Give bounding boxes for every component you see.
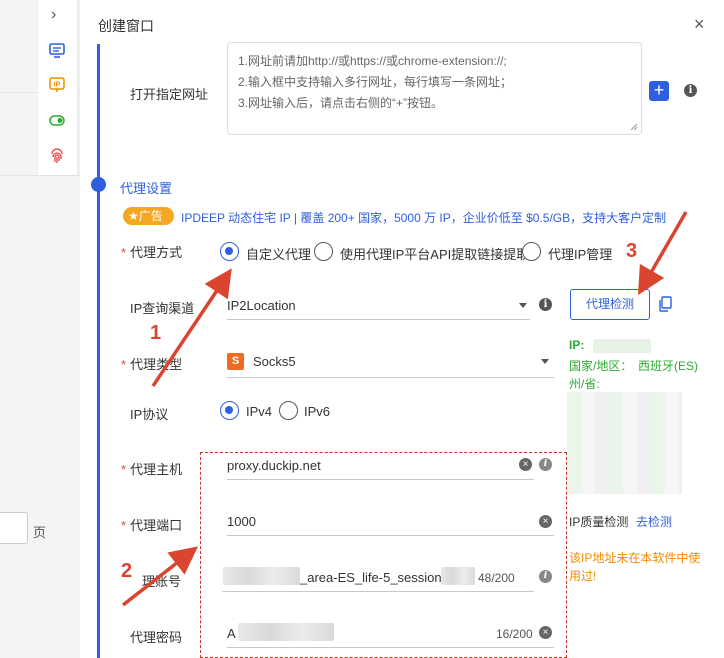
ip-icon[interactable]: IP: [48, 76, 66, 94]
proxy-password-label: 代理密码: [130, 630, 183, 645]
expand-chevron-icon[interactable]: ›: [51, 6, 56, 24]
fingerprint-icon[interactable]: [48, 147, 66, 165]
select-value: IP2Location: [227, 298, 296, 313]
placeholder-line: 2.输入框中支持输入多行网址，每行填写一条网址；: [238, 75, 513, 89]
radio-label: 使用代理IP平台API提取链接提取: [340, 247, 530, 262]
copy-icon[interactable]: [658, 296, 672, 312]
info-icon[interactable]: i: [684, 84, 697, 97]
country-value: 西班牙(ES): [638, 359, 699, 373]
socks5-logo-icon: S: [227, 353, 244, 370]
country-label: 国家/地区：: [569, 359, 633, 373]
radio-ipv6[interactable]: [279, 401, 298, 420]
chevron-down-icon: [519, 303, 527, 308]
redacted-text: [567, 392, 682, 494]
url-textarea[interactable]: 1.网址前请加http://或https://或chrome-extension…: [227, 42, 642, 135]
step-dot: [91, 177, 106, 192]
ip-quality-label: IP质量检测: [569, 515, 629, 529]
page-number-input[interactable]: [0, 512, 28, 544]
go-detect-link[interactable]: 去检测: [636, 513, 672, 530]
step-timeline: [97, 44, 100, 658]
ad-link[interactable]: IPDEEP 动态住宅 IP | 覆盖 200+ 国家，5000 万 IP，企业…: [181, 209, 666, 226]
pager-suffix: 页: [33, 525, 47, 540]
proxy-port-label: * 代理端口: [121, 518, 183, 533]
select-value: Socks5: [253, 354, 296, 369]
annotation-number: 3: [626, 240, 638, 262]
toggle-icon[interactable]: [48, 112, 66, 130]
annotation-number: 1: [150, 322, 162, 344]
chevron-down-icon: [541, 359, 549, 364]
province-label: 州/省:: [569, 377, 600, 391]
dialog-title: 创建窗口: [98, 18, 154, 34]
radio-custom-proxy[interactable]: [220, 242, 239, 261]
ip-label: IP:: [569, 338, 585, 352]
background-divider: [0, 175, 80, 176]
ad-badge: ★广告: [123, 207, 174, 225]
radio-label: 自定义代理: [246, 247, 312, 262]
open-url-label: 打开指定网址: [130, 87, 209, 102]
star-icon: ★: [128, 209, 139, 223]
radio-label: IPv6: [304, 404, 331, 419]
proxy-type-label: * 代理类型: [121, 357, 183, 372]
radio-label: 代理IP管理: [548, 247, 613, 262]
proxy-host-label: * 代理主机: [121, 462, 183, 477]
radio-api-extract[interactable]: [314, 242, 333, 261]
redacted-text: [593, 339, 651, 353]
proxy-method-label: * 代理方式: [121, 245, 183, 260]
ip-usage-note: 该IP地址未在本软件中使用过!: [569, 551, 701, 583]
annotation-box: [200, 452, 567, 658]
add-url-button[interactable]: +: [649, 81, 669, 101]
placeholder-line: 3.网址输入后，请点击右侧的“+”按钮。: [238, 96, 444, 110]
info-icon[interactable]: i: [539, 298, 552, 311]
ip-protocol-label: IP协议: [130, 407, 169, 422]
proxy-section-title: 代理设置: [120, 181, 173, 196]
svg-text:IP: IP: [54, 82, 61, 89]
proxy-detect-button[interactable]: 代理检测: [570, 289, 650, 320]
radio-ipv4[interactable]: [220, 401, 239, 420]
radio-proxy-manage[interactable]: [522, 242, 541, 261]
close-icon[interactable]: ×: [694, 14, 705, 34]
ip-channel-label: IP查询渠道: [130, 301, 195, 316]
annotation-number: 2: [121, 560, 133, 582]
placeholder-line: 1.网址前请加http://或https://或chrome-extension…: [238, 54, 507, 68]
radio-label: IPv4: [246, 404, 273, 419]
proxy-account-label: 理账号: [142, 574, 182, 589]
monitor-icon[interactable]: [48, 41, 66, 59]
resize-handle-icon[interactable]: [630, 123, 638, 131]
